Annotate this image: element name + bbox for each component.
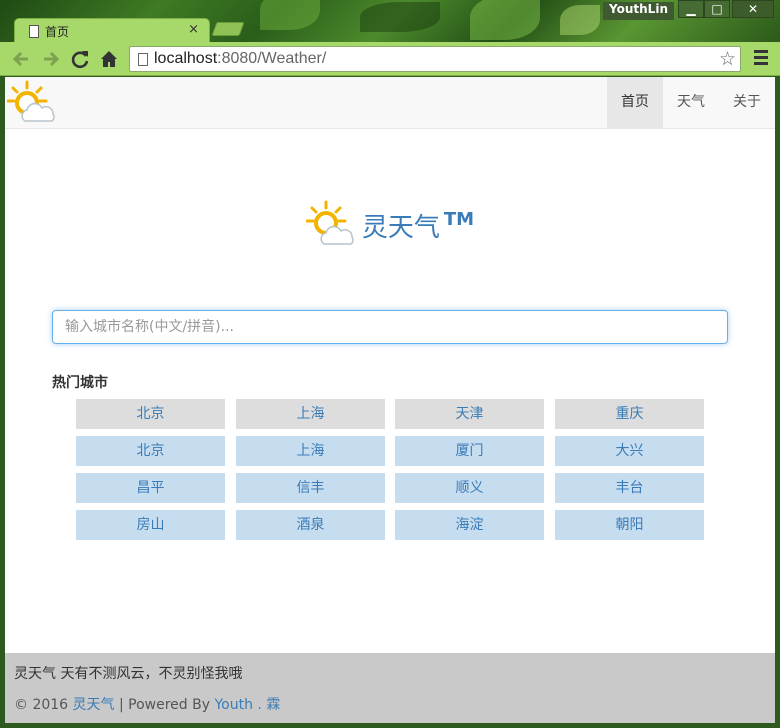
profile-name[interactable]: YouthLin xyxy=(603,2,674,20)
star-icon[interactable]: ☆ xyxy=(719,48,736,70)
site-name-link[interactable]: 灵天气 xyxy=(73,697,115,713)
tab-close-icon[interactable]: × xyxy=(188,22,199,37)
city-link[interactable]: 丰台 xyxy=(555,473,704,503)
sun-cloud-logo-icon[interactable] xyxy=(7,79,57,127)
back-arrow-icon[interactable] xyxy=(10,48,32,70)
new-tab-button[interactable] xyxy=(211,22,245,36)
background-leaf xyxy=(560,5,600,35)
city-link[interactable]: 朝阳 xyxy=(555,510,704,540)
copyright-prefix: © 2016 xyxy=(14,697,73,713)
city-link[interactable]: 上海 xyxy=(236,436,385,466)
home-icon[interactable] xyxy=(98,48,120,70)
city-link[interactable]: 房山 xyxy=(76,510,225,540)
powered-by-text: | Powered By xyxy=(114,697,215,713)
hero-brand: 灵天气 TM xyxy=(5,200,775,254)
maximize-button[interactable]: □ xyxy=(704,0,730,18)
hamburger-menu-icon[interactable] xyxy=(754,50,768,66)
url-path: :8080/Weather/ xyxy=(217,50,327,67)
city-link[interactable]: 信丰 xyxy=(236,473,385,503)
city-link[interactable]: 海淀 xyxy=(395,510,544,540)
browser-titlebar: 首页 × YouthLin ▁ □ ✕ xyxy=(0,0,780,44)
browser-toolbar: localhost:8080/Weather/ ☆ xyxy=(0,42,780,76)
address-bar[interactable]: localhost:8080/Weather/ ☆ xyxy=(129,46,741,72)
nav-menu: 首页 天气 关于 xyxy=(607,77,775,128)
city-link[interactable]: 昌平 xyxy=(76,473,225,503)
nav-weather[interactable]: 天气 xyxy=(663,77,719,128)
city-link[interactable]: 酒泉 xyxy=(236,510,385,540)
city-link[interactable]: 北京 xyxy=(76,399,225,429)
sun-cloud-logo-icon xyxy=(305,200,354,245)
page-viewport: 首页 天气 关于 灵天气 TM 热门城市 北京 xyxy=(5,77,775,723)
footer-copyright: © 2016 灵天气 | Powered By Youth . 霖 xyxy=(14,694,280,714)
reload-icon[interactable] xyxy=(69,48,91,70)
minimize-button[interactable]: ▁ xyxy=(678,0,704,18)
author-link[interactable]: Youth . 霖 xyxy=(214,697,280,713)
city-link[interactable]: 厦门 xyxy=(395,436,544,466)
city-link[interactable]: 上海 xyxy=(236,399,385,429)
city-link[interactable]: 重庆 xyxy=(555,399,704,429)
city-link[interactable]: 大兴 xyxy=(555,436,704,466)
nav-home[interactable]: 首页 xyxy=(607,77,663,128)
url-text[interactable]: localhost:8080/Weather/ xyxy=(154,50,326,68)
city-search-input[interactable] xyxy=(52,310,728,344)
page-icon xyxy=(138,53,148,66)
hot-cities-heading: 热门城市 xyxy=(52,375,108,391)
author-first: Youth xyxy=(214,697,253,713)
url-host: localhost xyxy=(154,50,218,67)
city-link[interactable]: 天津 xyxy=(395,399,544,429)
page-icon xyxy=(29,25,39,38)
author-last: 霖 xyxy=(266,697,281,713)
author-separator: . xyxy=(257,697,262,713)
tab-title: 首页 xyxy=(45,25,70,39)
site-navbar: 首页 天气 关于 xyxy=(5,77,775,129)
footer-slogan: 灵天气 天有不测风云，不灵别怪我哦 xyxy=(14,666,243,682)
browser-tab[interactable]: 首页 × xyxy=(14,18,210,44)
forward-arrow-icon[interactable] xyxy=(40,48,62,70)
site-footer: 灵天气 天有不测风云，不灵别怪我哦 © 2016 灵天气 | Powered B… xyxy=(5,653,775,723)
background-leaf xyxy=(360,2,440,32)
site-title: 灵天气 xyxy=(361,212,440,243)
trademark-mark: TM xyxy=(443,208,475,230)
background-leaf xyxy=(260,0,320,30)
city-link[interactable]: 顺义 xyxy=(395,473,544,503)
background-leaf xyxy=(470,0,540,40)
nav-about[interactable]: 关于 xyxy=(719,77,775,128)
close-window-button[interactable]: ✕ xyxy=(732,0,774,18)
city-link[interactable]: 北京 xyxy=(76,436,225,466)
